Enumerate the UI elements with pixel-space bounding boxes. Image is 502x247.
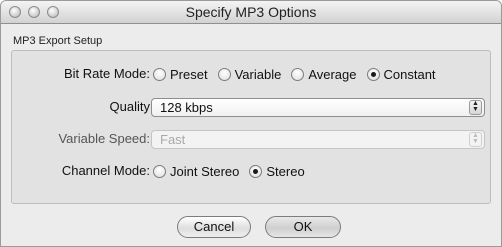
radio-joint-stereo[interactable]: Joint Stereo [153,164,239,179]
mp3-export-setup-group: Bit Rate Mode: Preset Variable Average C… [11,50,491,204]
dialog-window: Specify MP3 Options MP3 Export Setup Bit… [0,0,502,247]
radio-average-label: Average [308,67,357,82]
radio-average-circle[interactable] [291,68,305,81]
cancel-button[interactable]: Cancel [177,216,251,238]
bit-rate-mode-group: Preset Variable Average Constant [153,67,446,82]
radio-preset-label: Preset [170,67,208,82]
group-label: MP3 Export Setup [13,35,103,47]
title-bar[interactable]: Specify MP3 Options [1,1,501,24]
radio-constant-label: Constant [383,67,436,82]
radio-joint-stereo-label: Joint Stereo [170,164,240,179]
window-title: Specify MP3 Options [185,4,317,20]
radio-joint-stereo-circle[interactable] [153,165,166,178]
radio-variable[interactable]: Variable [217,67,282,82]
radio-average[interactable]: Average [291,67,357,82]
channel-mode-label: Channel Mode: [61,163,150,178]
select-arrows-icon: ▲ ▼ [469,100,482,115]
radio-preset[interactable]: Preset [153,67,208,82]
radio-constant[interactable]: Constant [366,67,436,82]
radio-preset-circle[interactable] [153,68,166,81]
ok-button[interactable]: OK [265,216,341,238]
variable-speed-value: Fast [160,132,186,147]
channel-mode-group: Joint Stereo Stereo [153,164,315,179]
variable-speed-select[interactable]: Fast ▲ ▼ [151,130,485,149]
radio-variable-circle[interactable] [217,68,231,81]
quality-value: 128 kbps [160,100,213,115]
radio-constant-circle[interactable] [366,68,380,81]
radio-variable-label: Variable [234,67,282,82]
select-arrows-icon: ▲ ▼ [469,132,482,147]
quality-select[interactable]: 128 kbps ▲ ▼ [151,98,485,117]
bit-rate-mode-label: Bit Rate Mode: [64,66,150,81]
radio-stereo-circle[interactable] [249,165,263,178]
quality-label: Quality [109,99,150,114]
variable-speed-label: Variable Speed: [58,131,150,146]
radio-stereo-label: Stereo [266,164,305,179]
radio-stereo[interactable]: Stereo [249,164,305,179]
